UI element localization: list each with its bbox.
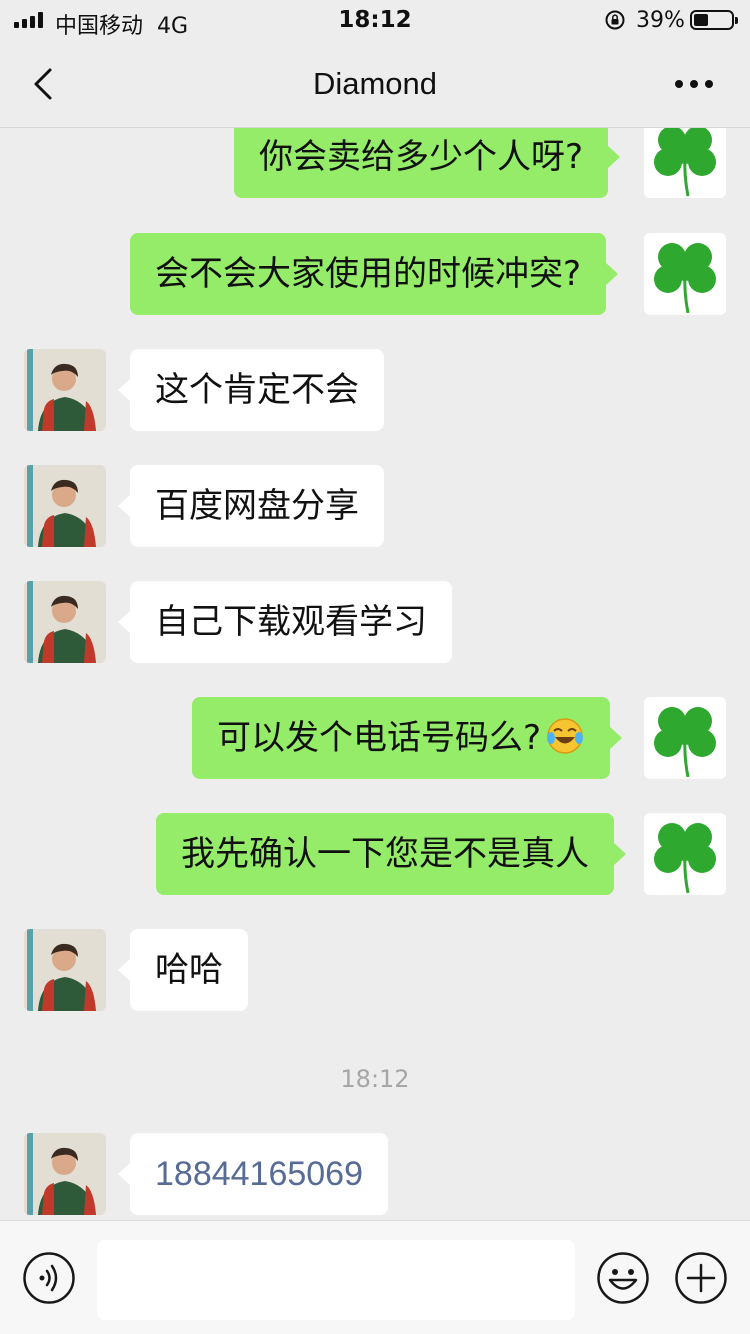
message-bubble[interactable]: 你会卖给多少个人呀? [234, 128, 621, 198]
message-input[interactable] [97, 1240, 575, 1320]
contact-avatar[interactable] [24, 929, 106, 1011]
message-incoming: 哈哈 [0, 929, 750, 1011]
clover-icon [654, 707, 716, 778]
chat-title: Diamond [312, 66, 438, 101]
plus-icon[interactable] [674, 1251, 728, 1305]
message-text: 可以发个电话号码么? [217, 718, 542, 758]
message-outgoing: 你会卖给多少个人呀? [0, 128, 750, 198]
voice-icon[interactable] [22, 1251, 76, 1305]
contact-avatar[interactable] [24, 1133, 106, 1215]
message-incoming: 自己下载观看学习 [0, 581, 750, 663]
person-photo-icon [24, 929, 106, 1011]
message-outgoing: 可以发个电话号码么? [0, 697, 750, 779]
message-bubble[interactable]: 我先确认一下您是不是真人 [156, 813, 626, 895]
battery-icon [690, 10, 738, 30]
contact-avatar[interactable] [24, 349, 106, 431]
input-bar [0, 1220, 750, 1334]
contact-avatar[interactable] [24, 581, 106, 663]
battery-percent: 39% [636, 8, 685, 33]
message-outgoing: 我先确认一下您是不是真人 [0, 813, 750, 895]
self-avatar[interactable] [644, 697, 726, 779]
status-bar: 中国移动 4G 18:12 39% [0, 0, 750, 40]
phone-number-link[interactable]: 18844165069 [117, 1133, 389, 1215]
message-bubble[interactable]: 会不会大家使用的时候冲突? [130, 233, 619, 315]
person-photo-icon [24, 1133, 106, 1215]
clover-icon [654, 128, 716, 197]
message-outgoing: 会不会大家使用的时候冲突? [0, 233, 750, 315]
self-avatar[interactable] [644, 233, 726, 315]
self-avatar[interactable] [644, 128, 726, 198]
message-bubble[interactable]: 可以发个电话号码么? [192, 697, 623, 779]
chat-area[interactable]: 你会卖给多少个人呀? 会不会大家使用的时候冲突? 这个肯定不会 百度网盘分享 自… [0, 128, 750, 1220]
nav-bar: Diamond [0, 40, 750, 128]
more-dots-icon[interactable] [672, 72, 716, 96]
message-incoming: 百度网盘分享 [0, 465, 750, 547]
person-photo-icon [24, 465, 106, 547]
message-bubble[interactable]: 百度网盘分享 [118, 465, 384, 547]
message-bubble[interactable]: 这个肯定不会 [118, 349, 384, 431]
person-photo-icon [24, 349, 106, 431]
self-avatar[interactable] [644, 813, 726, 895]
chat-timestamp: 18:12 [340, 1065, 410, 1093]
message-incoming: 这个肯定不会 [0, 349, 750, 431]
contact-avatar[interactable] [24, 465, 106, 547]
rotation-lock-icon [605, 10, 625, 30]
message-bubble[interactable]: 哈哈 [118, 929, 248, 1011]
emoji-icon[interactable] [596, 1251, 650, 1305]
clover-icon [654, 243, 716, 314]
message-bubble[interactable]: 自己下载观看学习 [118, 581, 452, 663]
clover-icon [654, 823, 716, 894]
message-incoming: 18844165069 [0, 1133, 750, 1215]
laughing-crying-emoji-icon [547, 717, 584, 754]
person-photo-icon [24, 581, 106, 663]
